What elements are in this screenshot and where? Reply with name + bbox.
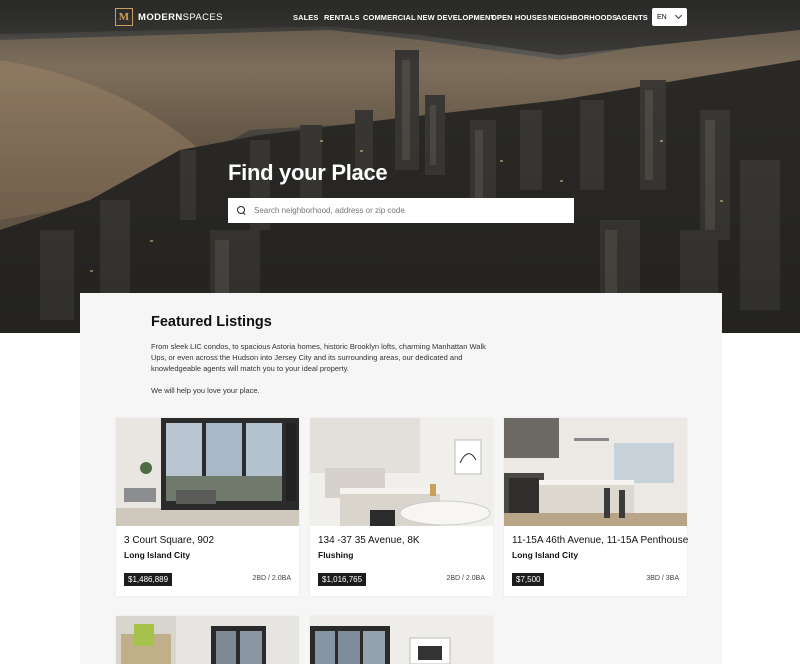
listing-card[interactable]: 134 -37 35 Avenue, 8K Flushing $1,016,76… — [310, 418, 493, 596]
brand-name-bold: MODERN — [138, 11, 183, 23]
listing-card[interactable]: 11-15A 46th Avenue, 11-15A Penthouse Lon… — [504, 418, 688, 596]
city-skyline-image — [0, 0, 800, 333]
listing-card[interactable] — [116, 616, 299, 664]
listing-photo[interactable] — [116, 616, 299, 664]
nav-neighborhoods[interactable]: NEIGHBORHOODS — [548, 13, 617, 22]
listing-address[interactable]: 11-15A 46th Avenue, 11-15A Penthouse — [512, 535, 688, 546]
search-input[interactable] — [254, 206, 554, 215]
brand-name-light: SPACES — [182, 11, 223, 23]
chevron-down-icon — [674, 11, 683, 20]
listing-price-badge: $1,486,889 — [124, 573, 173, 586]
nav-commercial[interactable]: COMMERCIAL — [363, 13, 416, 22]
listing-address[interactable]: 3 Court Square, 902 — [124, 535, 214, 546]
language-select[interactable]: EN — [652, 8, 687, 26]
listing-card[interactable]: 3 Court Square, 902 Long Island City $1,… — [116, 418, 299, 596]
listing-neighborhood: Long Island City — [124, 550, 191, 560]
nav-open-houses[interactable]: OPEN HOUSES — [491, 13, 547, 22]
search-icon[interactable] — [237, 206, 246, 215]
listing-photo[interactable] — [504, 418, 687, 526]
listing-address[interactable]: 134 -37 35 Avenue, 8K — [318, 535, 420, 546]
top-navigation: M MODERNSPACES SALES RENTALS COMMERCIAL … — [0, 0, 800, 34]
listing-beds-baths: 2BD / 2.0BA — [252, 575, 291, 582]
language-label: EN — [657, 13, 667, 21]
intro-text: From sleek LIC condos, to spacious Astor… — [151, 342, 486, 374]
listing-neighborhood: Long Island City — [512, 550, 579, 560]
listing-beds-baths: 2BD / 2.0BA — [446, 575, 485, 582]
section-title: Featured Listings — [151, 314, 272, 330]
listing-beds-baths: 3BD / 3BA — [646, 575, 679, 582]
listing-photo[interactable] — [310, 418, 493, 526]
nav-new-development[interactable]: NEW DEVELOPMENT — [417, 13, 495, 22]
listing-photo[interactable] — [116, 418, 299, 526]
listing-card[interactable] — [310, 616, 493, 664]
brand-name: MODERNSPACES — [138, 12, 223, 23]
search-bar[interactable] — [228, 198, 574, 223]
hero-title: Find your Place — [228, 160, 388, 185]
nav-rentals[interactable]: RENTALS — [324, 13, 360, 22]
nav-agents[interactable]: AGENTS — [616, 13, 648, 22]
listing-price-badge: $1,016,765 — [318, 573, 367, 586]
listing-neighborhood: Flushing — [318, 550, 354, 560]
nav-sales[interactable]: SALES — [293, 13, 319, 22]
logo-icon: M — [115, 8, 133, 26]
listing-price-badge: $7,500 — [512, 573, 545, 586]
logo-mark-letter: M — [118, 11, 130, 23]
listing-photo[interactable] — [310, 616, 493, 664]
brand-logo[interactable]: M MODERNSPACES — [115, 8, 223, 26]
tagline-text: We will help you love your place. — [151, 386, 260, 395]
hero-banner: M MODERNSPACES SALES RENTALS COMMERCIAL … — [0, 0, 800, 333]
